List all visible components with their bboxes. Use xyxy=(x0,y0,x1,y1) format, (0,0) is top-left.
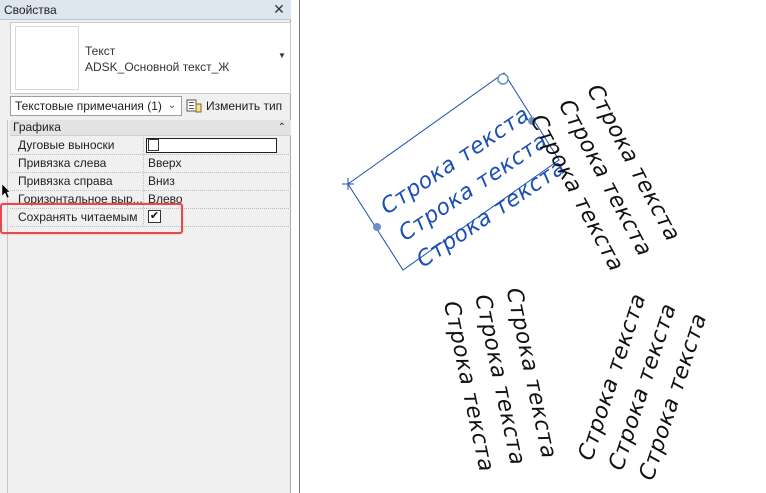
chevron-down-icon[interactable]: ⌄ xyxy=(165,97,179,115)
property-row[interactable]: Привязка справа Вниз xyxy=(10,173,291,191)
close-icon[interactable]: ✕ xyxy=(271,1,287,18)
drawing-area[interactable]: Строка текста Строка текста Строка текст… xyxy=(291,0,766,493)
cursor-icon xyxy=(2,184,10,198)
type-family-name: Текст xyxy=(85,44,116,58)
property-value-box[interactable] xyxy=(146,138,277,153)
property-value[interactable]: Вверх xyxy=(146,155,291,172)
filter-value: Текстовые примечания (1) xyxy=(15,99,162,113)
instance-filter-select[interactable]: Текстовые примечания (1) ⌄ xyxy=(10,96,182,116)
collapse-icon[interactable]: ⌃ xyxy=(278,120,286,135)
panel-scrollbar[interactable] xyxy=(0,120,8,493)
panel-title-bar: Свойства ✕ xyxy=(0,0,291,20)
edit-type-button[interactable]: Изменить тип xyxy=(184,96,286,116)
property-row[interactable]: Привязка слева Вверх xyxy=(10,155,291,173)
property-name: Привязка слева xyxy=(10,155,144,172)
move-icon xyxy=(342,178,354,190)
type-name: ADSK_Основной текст_Ж xyxy=(85,60,230,74)
rotate-grip-icon xyxy=(497,73,509,85)
edit-type-icon xyxy=(186,99,202,113)
group-label: Графика xyxy=(13,120,61,134)
edit-type-label: Изменить тип xyxy=(206,99,283,113)
property-name: Привязка справа xyxy=(10,173,144,190)
properties-panel: Свойства ✕ Текст ADSK_Основной текст_Ж ▼… xyxy=(0,0,291,493)
property-row[interactable]: Дуговые выноски xyxy=(10,137,291,155)
chevron-down-icon[interactable]: ▼ xyxy=(277,51,287,61)
property-value[interactable]: Вниз xyxy=(146,173,291,190)
revit-window: Свойства ✕ Текст ADSK_Основной текст_Ж ▼… xyxy=(0,0,766,493)
highlight-box xyxy=(0,203,183,234)
checkbox-unchecked[interactable] xyxy=(148,139,159,151)
type-preview-image xyxy=(15,26,79,90)
group-graphics[interactable]: Графика ⌃ xyxy=(10,120,291,136)
panel-title: Свойства xyxy=(4,3,57,17)
type-selector[interactable]: Текст ADSK_Основной текст_Ж ▼ xyxy=(10,22,291,94)
property-name: Дуговые выноски xyxy=(10,137,144,154)
grip-icon xyxy=(373,223,381,231)
